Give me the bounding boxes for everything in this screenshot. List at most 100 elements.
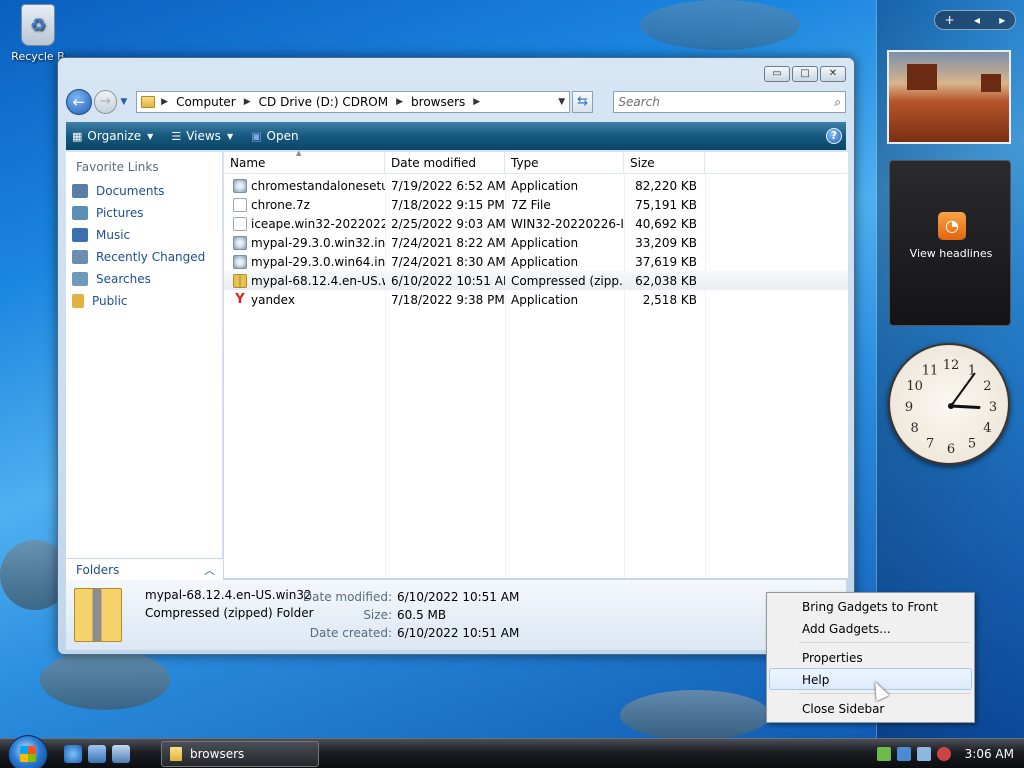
nav-item-searches[interactable]: Searches <box>66 268 222 290</box>
installer-icon <box>233 235 247 250</box>
windows-update-icon[interactable] <box>896 747 911 761</box>
start-button[interactable] <box>8 735 48 768</box>
back-button[interactable]: ← <box>66 89 92 115</box>
views-menu[interactable]: ☰ Views ▼ <box>171 129 233 143</box>
folder-icon <box>141 96 156 108</box>
arrow-left-icon: ← <box>72 93 86 111</box>
maximize-button[interactable]: □ <box>792 66 818 82</box>
file-date: 7/19/2022 6:52 AM <box>391 178 505 193</box>
file-name-cell: mypal-68.12.4.en-US.w... <box>224 273 385 288</box>
taskbar-item-label: browsers <box>190 747 245 761</box>
nav-item-public[interactable]: Public <box>66 290 222 312</box>
add-gadget-button[interactable]: + <box>945 13 955 27</box>
next-gadgets-button[interactable]: ▸ <box>999 13 1005 27</box>
column-header-size[interactable]: Size <box>624 152 705 173</box>
yandex-icon: Y <box>235 292 245 307</box>
folders-label: Folders <box>76 563 120 577</box>
clock-numeral: 9 <box>905 400 913 415</box>
show-desktop-icon[interactable] <box>88 745 106 763</box>
desktop-wallpaper-fish <box>40 650 170 710</box>
clock-numeral: 10 <box>906 379 923 394</box>
documents-icon <box>72 184 88 198</box>
file-row[interactable]: chromestandalonesetup 7/19/2022 6:52 AM … <box>224 176 848 195</box>
internet-explorer-icon[interactable] <box>64 745 82 763</box>
file-row-selected[interactable]: mypal-68.12.4.en-US.w... 6/10/2022 10:51… <box>224 271 848 290</box>
clock-numeral: 12 <box>943 358 960 373</box>
taskbar-item-browsers[interactable]: browsers <box>161 741 319 767</box>
breadcrumb-separator-icon[interactable]: ▶ <box>161 97 168 107</box>
views-label: Views <box>186 129 221 143</box>
nav-item-label: Music <box>96 228 131 242</box>
file-size: 37,619 KB <box>635 254 697 269</box>
details-pane: mypal-68.12.4.en-US.win32 Compressed (zi… <box>66 580 846 650</box>
close-button[interactable]: ✕ <box>820 66 846 82</box>
recycle-bin-icon <box>21 4 55 46</box>
nav-item-label: Pictures <box>96 206 144 220</box>
address-dropdown-icon[interactable]: ▼ <box>555 97 569 107</box>
volume-muted-icon[interactable] <box>936 747 951 761</box>
breadcrumb-separator-icon[interactable]: ▶ <box>244 97 251 107</box>
view-headlines-label: View headlines <box>909 247 993 260</box>
file-date: 7/24/2021 8:22 AM <box>391 235 505 250</box>
sidebar-controls: + ◂ ▸ <box>934 10 1016 30</box>
nav-item-documents[interactable]: Documents <box>66 180 222 202</box>
menu-item-bring-gadgets-to-front[interactable]: Bring Gadgets to Front <box>769 595 972 617</box>
menu-item-add-gadgets[interactable]: Add Gadgets... <box>769 617 972 639</box>
search-input[interactable]: Search ⌕ <box>613 91 846 113</box>
refresh-button[interactable]: ⇆ <box>571 91 594 113</box>
help-icon[interactable]: ? <box>826 128 842 144</box>
clock-numeral: 6 <box>947 442 955 457</box>
feed-headlines-gadget[interactable]: ◔ View headlines <box>889 160 1011 326</box>
clock-numeral: 5 <box>968 436 976 451</box>
breadcrumb-separator-icon[interactable]: ▶ <box>473 97 480 107</box>
details-labels: Date modified: Size: Date created: <box>296 588 392 642</box>
menu-separator <box>799 642 970 643</box>
recycle-bin-desktop-icon[interactable]: Recycle B <box>6 4 70 63</box>
breadcrumb-cd-drive[interactable]: CD Drive (D:) CDROM <box>259 95 388 109</box>
menu-item-close-sidebar[interactable]: Close Sidebar <box>769 697 972 719</box>
file-date: 2/25/2022 9:03 AM <box>391 216 505 231</box>
recent-pages-dropdown[interactable]: ▼ <box>120 97 132 107</box>
column-header-date[interactable]: Date modified <box>385 152 505 173</box>
search-icon[interactable]: ⌕ <box>834 95 841 110</box>
breadcrumb-computer[interactable]: Computer <box>176 95 236 109</box>
file-name: mypal-29.3.0.win64.ins... <box>251 254 385 269</box>
file-row[interactable]: mypal-29.3.0.win64.ins... 7/24/2021 8:30… <box>224 252 848 271</box>
breadcrumb-browsers[interactable]: browsers <box>411 95 465 109</box>
folders-toggle[interactable]: Folders ︿ <box>66 558 223 580</box>
minimize-button[interactable]: ▭ <box>764 66 790 82</box>
breadcrumb-separator-icon[interactable]: ▶ <box>396 97 403 107</box>
menu-item-properties[interactable]: Properties <box>769 646 972 668</box>
open-button[interactable]: ▣ Open <box>251 129 298 143</box>
clock-face: 1234567891011 12 <box>905 358 997 457</box>
clock-gadget[interactable]: 1 2 3 4 5 6 7 8 9 10 11 12 <box>888 343 1010 465</box>
file-rows: chromestandalonesetup 7/19/2022 6:52 AM … <box>224 174 848 309</box>
file-row[interactable]: chrone.7z 7/18/2022 9:15 PM 7Z File 75,1… <box>224 195 848 214</box>
organize-menu[interactable]: ▦ Organize ▼ <box>72 129 153 143</box>
column-header-type[interactable]: Type <box>505 152 624 173</box>
file-size: 2,518 KB <box>642 292 697 307</box>
file-icon <box>233 197 247 212</box>
column-header-name[interactable]: ▲ Name <box>224 149 385 173</box>
file-row[interactable]: Yyandex 7/18/2022 9:38 PM Application 2,… <box>224 290 848 309</box>
file-row[interactable]: iceape.win32-20220226... 2/25/2022 9:03 … <box>224 214 848 233</box>
previous-gadgets-button[interactable]: ◂ <box>974 13 980 27</box>
security-center-icon[interactable] <box>876 747 891 761</box>
details-label: Date modified: <box>302 590 392 604</box>
music-icon <box>72 228 88 242</box>
column-header-label: Name <box>230 156 266 170</box>
sidebar-context-menu: Bring Gadgets to Front Add Gadgets... Pr… <box>766 592 975 723</box>
clock-numeral: 8 <box>910 421 918 436</box>
network-icon[interactable] <box>916 747 931 761</box>
search-placeholder: Search <box>618 95 660 109</box>
address-bar[interactable]: ▶ Computer ▶ CD Drive (D:) CDROM ▶ brows… <box>136 91 570 113</box>
forward-button[interactable]: → <box>93 90 118 114</box>
file-name-cell: iceape.win32-20220226... <box>224 216 385 231</box>
switch-windows-icon[interactable] <box>112 745 130 763</box>
slideshow-gadget[interactable] <box>887 50 1011 144</box>
nav-item-music[interactable]: Music <box>66 224 222 246</box>
nav-item-recently-changed[interactable]: Recently Changed <box>66 246 222 268</box>
taskbar-clock[interactable]: 3:06 AM <box>965 747 1014 761</box>
nav-item-pictures[interactable]: Pictures <box>66 202 222 224</box>
file-row[interactable]: mypal-29.3.0.win32.ins... 7/24/2021 8:22… <box>224 233 848 252</box>
